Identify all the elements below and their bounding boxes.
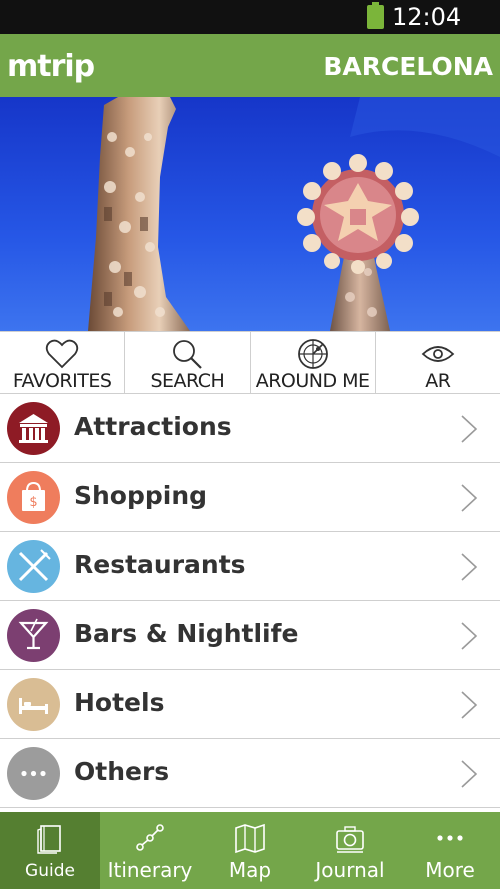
app-logo: mtrip bbox=[7, 49, 95, 84]
bottom-tab-bar: Guide Itinerary Map Journal More bbox=[0, 812, 500, 889]
list-item-label: Others bbox=[74, 757, 170, 786]
tab-label: Guide bbox=[25, 861, 75, 881]
list-item-shopping[interactable]: $ Shopping bbox=[0, 463, 500, 532]
tab-label: Itinerary bbox=[107, 858, 193, 882]
cocktail-icon bbox=[7, 609, 60, 662]
tab-guide[interactable]: Guide bbox=[0, 812, 100, 889]
ar-button[interactable]: AR bbox=[376, 332, 500, 393]
chevron-right-icon bbox=[461, 415, 478, 443]
list-item-label: Shopping bbox=[74, 481, 208, 510]
favorites-label: FAVORITES bbox=[12, 370, 112, 392]
tab-journal[interactable]: Journal bbox=[300, 812, 400, 889]
search-label: SEARCH bbox=[150, 370, 225, 392]
list-item-label: Hotels bbox=[74, 688, 165, 717]
tab-label: Journal bbox=[315, 858, 385, 882]
chevron-right-icon bbox=[461, 553, 478, 581]
list-item-label: Restaurants bbox=[74, 550, 246, 579]
battery-icon bbox=[367, 2, 384, 29]
radar-icon bbox=[297, 339, 328, 369]
map-icon bbox=[235, 823, 265, 854]
tab-itinerary[interactable]: Itinerary bbox=[100, 812, 200, 889]
fork-knife-icon bbox=[7, 540, 60, 593]
list-item-others[interactable]: Others bbox=[0, 739, 500, 808]
tab-label: More bbox=[425, 858, 475, 882]
status-bar: 12:04 PM bbox=[0, 0, 500, 59]
eye-icon bbox=[421, 346, 455, 362]
chevron-right-icon bbox=[461, 484, 478, 512]
favorites-button[interactable]: FAVORITES bbox=[0, 332, 126, 393]
route-icon bbox=[136, 824, 164, 851]
chevron-right-icon bbox=[461, 760, 478, 788]
list-item-label: Bars & Nightlife bbox=[74, 619, 299, 648]
around-me-button[interactable]: AROUND ME bbox=[251, 332, 376, 393]
tab-more[interactable]: More bbox=[400, 812, 500, 889]
search-icon bbox=[173, 340, 203, 369]
museum-icon bbox=[7, 402, 60, 455]
more-dots-icon bbox=[437, 835, 463, 841]
camera-icon bbox=[336, 826, 364, 853]
quick-actions-bar: FAVORITES SEARCH AROUND ME AR bbox=[0, 331, 500, 394]
ar-label: AR bbox=[425, 370, 451, 392]
app-header: mtrip BARCELONA bbox=[0, 34, 500, 97]
sagrada-familia-spires-photo bbox=[0, 97, 500, 331]
city-title[interactable]: BARCELONA bbox=[323, 52, 493, 81]
bed-icon bbox=[7, 678, 60, 731]
list-item-label: Attractions bbox=[74, 412, 232, 441]
list-item-restaurants[interactable]: Restaurants bbox=[0, 532, 500, 601]
tab-map[interactable]: Map bbox=[200, 812, 300, 889]
svg-text:$: $ bbox=[29, 495, 37, 510]
tab-label: Map bbox=[228, 858, 272, 882]
book-icon bbox=[37, 825, 61, 854]
list-item-bars-nightlife[interactable]: Bars & Nightlife bbox=[0, 601, 500, 670]
category-list: Attractions $ Shopping Restaurants Bars … bbox=[0, 394, 500, 808]
chevron-right-icon bbox=[461, 622, 478, 650]
search-button[interactable]: SEARCH bbox=[125, 332, 251, 393]
heart-icon bbox=[45, 339, 79, 369]
list-item-hotels[interactable]: Hotels bbox=[0, 670, 500, 739]
chevron-right-icon bbox=[461, 691, 478, 719]
shopping-bag-icon: $ bbox=[7, 471, 60, 524]
list-item-attractions[interactable]: Attractions bbox=[0, 394, 500, 463]
around-me-label: AROUND ME bbox=[255, 370, 370, 392]
ellipsis-icon bbox=[7, 747, 60, 800]
hero-image bbox=[0, 97, 500, 331]
